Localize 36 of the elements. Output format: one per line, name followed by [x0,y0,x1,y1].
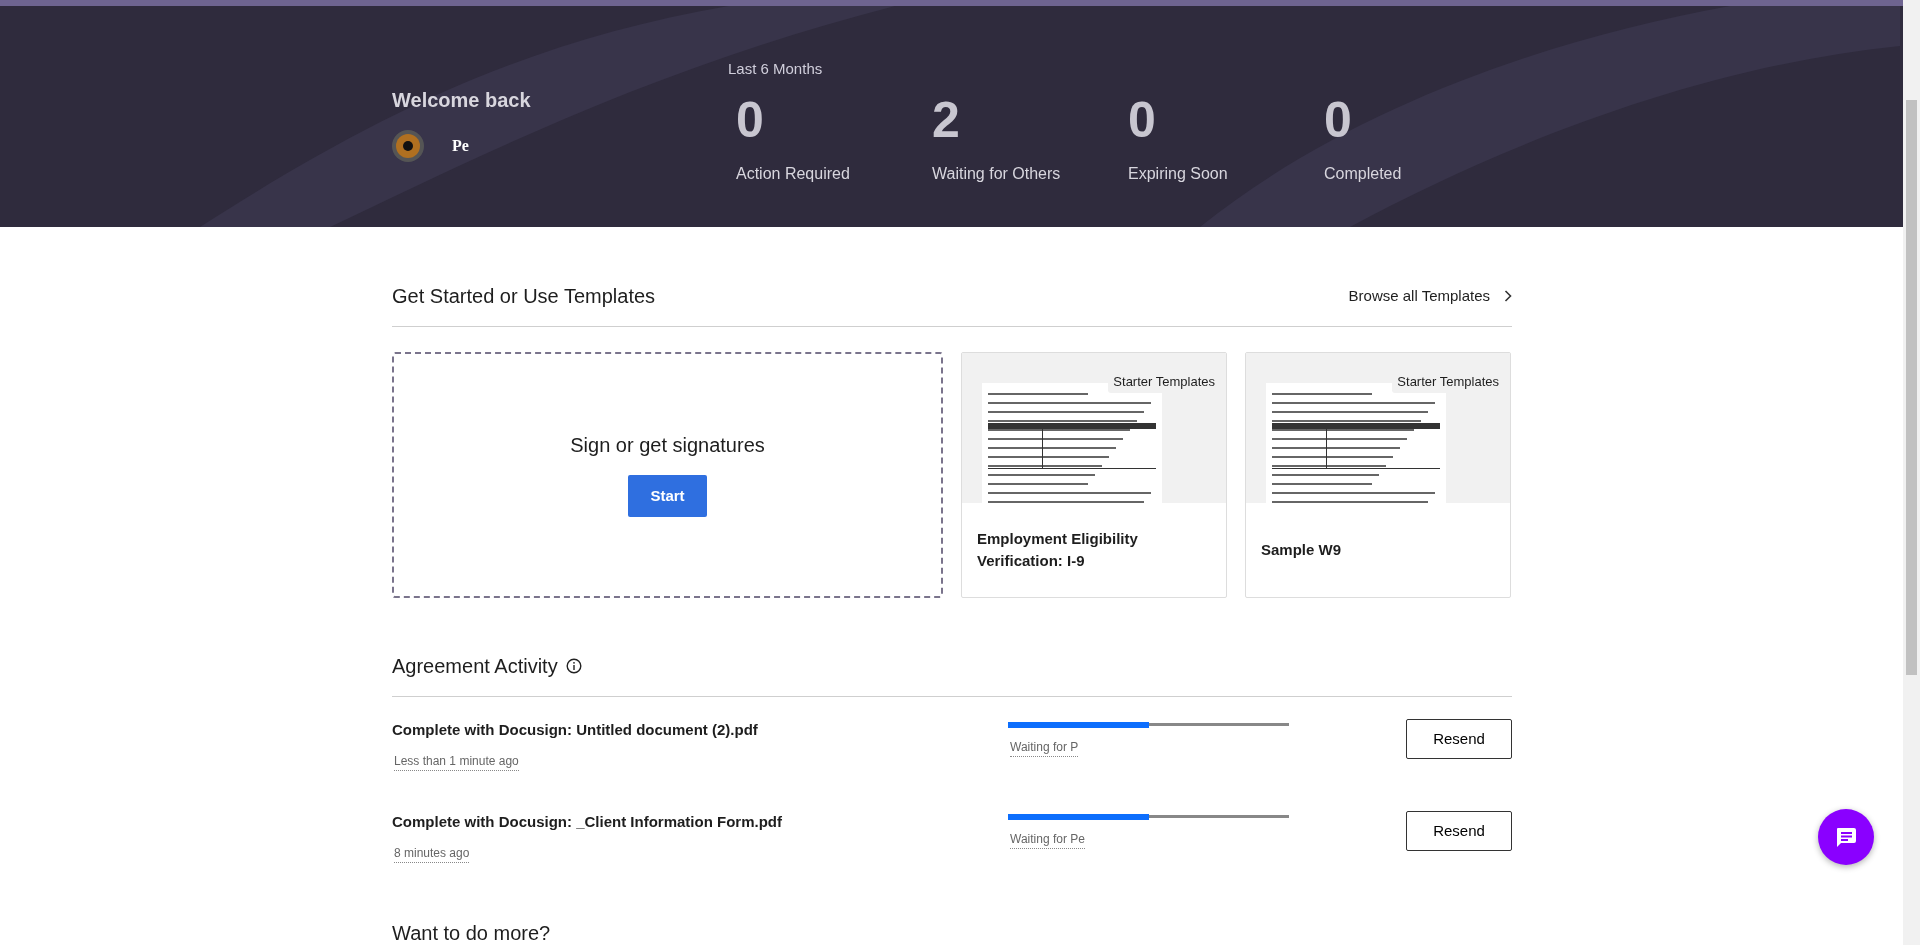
template-name: Employment Eligibility Verification: I-9 [976,528,1139,571]
stat-count[interactable]: 0 [736,92,924,148]
scrollbar[interactable] [1903,0,1920,945]
stat-count[interactable]: 2 [932,92,1120,148]
status-label: Waiting for P [1010,738,1079,757]
template-card[interactable]: Starter Templates Employment Eligibility Verification: I-9 [961,352,1227,598]
status-label: Waiting for Pe [1010,830,1085,849]
period-label: Last 6 Months [728,59,824,79]
stat-count[interactable]: 0 [1128,92,1316,148]
time-label: 8 minutes ago [394,843,470,863]
section-title: Get Started or Use Templates [392,284,656,308]
greeting-text: Welcome back [392,88,532,112]
browse-link[interactable]: Browse all Templates [1348,284,1512,308]
time-label: Less than 1 minute ago [394,751,519,771]
resend-button[interactable]: Resend [1406,811,1512,851]
template-name: Sample W9 [1260,539,1343,560]
section-title: Agreement Activity [392,654,558,678]
stat-label[interactable]: Completed [1324,161,1512,186]
info-icon[interactable] [565,658,582,674]
section-title: Want to do more? [392,921,552,945]
avatar [392,130,424,162]
chat-button[interactable] [1818,809,1874,865]
template-card[interactable]: Starter Templates Sample W9 [1245,352,1511,598]
chat-icon [1835,826,1857,848]
card-title: Sign or get signatures [570,432,765,457]
stat-label[interactable]: Expiring Soon [1128,161,1316,186]
document-name[interactable]: Complete with Docusign: _Client Information Form.pdf [392,811,1008,834]
stat-label[interactable]: Action Required [736,161,924,186]
chevron-icon [1504,290,1512,302]
document-name[interactable]: Complete with Docusign: Untitled document (2).pdf [392,719,1008,742]
scrollbar-thumb[interactable] [1906,100,1917,675]
user-name: Pe [452,136,469,156]
start-button[interactable]: Start [628,474,707,518]
stat-count[interactable]: 0 [1324,92,1512,148]
resend-button[interactable]: Resend [1406,719,1512,759]
stat-label[interactable]: Waiting for Others [932,161,1120,186]
